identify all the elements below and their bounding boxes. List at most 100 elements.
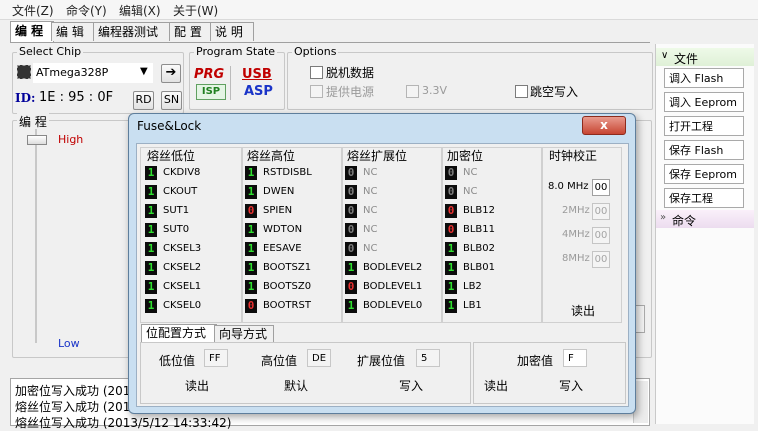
ext-fuse-bit-label: NC: [363, 205, 378, 216]
menu-command[interactable]: 命令(Y): [66, 2, 107, 19]
low-fuse-bit-toggle[interactable]: 1: [145, 166, 157, 180]
tab-wizard-mode[interactable]: 向导方式: [214, 325, 274, 342]
clock-read-button[interactable]: 读出: [571, 302, 595, 319]
usb-label: USB: [242, 67, 272, 82]
ext-fuse-bit-toggle[interactable]: 0: [345, 223, 357, 237]
isp-label: ISP: [196, 84, 226, 100]
select-chip-group: Select Chip ATmega328P ▼ ➔ ID: 1E : 95 :…: [12, 45, 184, 114]
ext-fuse-bit-toggle[interactable]: 0: [345, 166, 357, 180]
save-project-button[interactable]: 保存工程: [664, 188, 744, 208]
sn-button[interactable]: SN: [161, 91, 182, 110]
tab-help[interactable]: 说 明: [210, 22, 254, 41]
high-fuse-bit-toggle[interactable]: 1: [245, 185, 257, 199]
load-flash-button[interactable]: 调入 Flash: [664, 68, 744, 88]
ext-fuse-bit-toggle[interactable]: 1: [345, 261, 357, 275]
high-fuse-bit-toggle[interactable]: 1: [245, 223, 257, 237]
load-eeprom-button[interactable]: 调入 Eeprom: [664, 92, 744, 112]
clock-value[interactable]: 00: [592, 203, 610, 220]
tab-config[interactable]: 配 置: [169, 22, 213, 41]
clock-value[interactable]: 00: [592, 179, 610, 196]
lock-write-button[interactable]: 写入: [559, 377, 583, 394]
write-button[interactable]: 写入: [399, 377, 423, 394]
lock-bit-label: LB1: [463, 300, 482, 311]
ext-fuse-bit-toggle[interactable]: 0: [345, 204, 357, 218]
close-button[interactable]: x: [582, 116, 626, 135]
save-eeprom-button[interactable]: 保存 Eeprom: [664, 164, 744, 184]
level-slider-thumb[interactable]: [27, 135, 47, 145]
read-button[interactable]: 读出: [185, 377, 209, 394]
skip-checkbox[interactable]: [515, 85, 528, 98]
lock-bit-toggle[interactable]: 1: [445, 299, 457, 313]
select-chip-title: Select Chip: [17, 45, 84, 58]
low-fuse-header: 熔丝低位: [147, 149, 196, 163]
lock-value-label: 加密值: [517, 354, 554, 368]
file-panel-header[interactable]: ∨ 文件: [656, 48, 754, 66]
dialog-body: 熔丝低位 熔丝高位 熔丝扩展位 加密位 时钟校正 1 CKDIV8 1 CKOUT 1 S…: [136, 143, 629, 407]
low-fuse-bit-toggle[interactable]: 1: [145, 185, 157, 199]
high-fuse-bit-toggle[interactable]: 0: [245, 299, 257, 313]
ext-fuse-bit-toggle[interactable]: 0: [345, 280, 357, 294]
lock-bit-toggle[interactable]: 0: [445, 204, 457, 218]
clock-value[interactable]: 00: [592, 227, 610, 244]
power-checkbox[interactable]: [310, 85, 323, 98]
low-fuse-bit-toggle[interactable]: 1: [145, 261, 157, 275]
arrow-right-button[interactable]: ➔: [161, 64, 181, 83]
default-button[interactable]: 默认: [284, 377, 308, 394]
low-fuse-bit-toggle[interactable]: 1: [145, 280, 157, 294]
clock-value[interactable]: 00: [592, 251, 610, 268]
rd-button[interactable]: RD: [133, 91, 154, 110]
open-project-button[interactable]: 打开工程: [664, 116, 744, 136]
offline-checkbox[interactable]: [310, 66, 323, 79]
lock-bit-label: BLB12: [463, 205, 496, 216]
high-fuse-header: 熔丝高位: [247, 149, 296, 163]
lock-bit-toggle[interactable]: 1: [445, 261, 457, 275]
tab-program[interactable]: 编 程: [10, 21, 54, 42]
high-fuse-bit-label: BOOTRST: [263, 300, 311, 311]
tab-programmer-test[interactable]: 编程器测试: [93, 22, 171, 41]
lock-value-field[interactable]: F: [563, 349, 587, 367]
command-panel-header[interactable]: » 命令: [656, 210, 754, 228]
low-fuse-bit-label: CKSEL2: [163, 262, 202, 273]
power-label: 提供电源: [326, 85, 375, 99]
high-fuse-bit-label: BOOTSZ1: [263, 262, 312, 273]
lock-bit-toggle[interactable]: 0: [445, 185, 457, 199]
low-fuse-bit-label: CKDIV8: [163, 167, 201, 178]
v33-checkbox[interactable]: [406, 85, 419, 98]
high-fuse-bit-toggle[interactable]: 1: [245, 242, 257, 256]
high-value-field[interactable]: DE: [307, 349, 331, 367]
high-fuse-bit-toggle[interactable]: 1: [245, 280, 257, 294]
lock-bit-toggle[interactable]: 0: [445, 166, 457, 180]
right-panel: ∨ 文件 调入 Flash 调入 Eeprom 打开工程 保存 Flash 保存…: [655, 44, 754, 424]
chip-select[interactable]: ATmega328P ▼: [33, 63, 153, 83]
low-fuse-bit-toggle[interactable]: 1: [145, 204, 157, 218]
ext-fuse-bit-toggle[interactable]: 0: [345, 242, 357, 256]
ext-value-field[interactable]: 5: [416, 349, 440, 367]
low-value-field[interactable]: FF: [204, 349, 228, 367]
high-fuse-bit-toggle[interactable]: 0: [245, 204, 257, 218]
low-fuse-bit-toggle[interactable]: 1: [145, 242, 157, 256]
tab-bit-mode[interactable]: 位配置方式: [141, 324, 217, 342]
low-fuse-bit-toggle[interactable]: 1: [145, 299, 157, 313]
high-fuse-bit-label: SPIEN: [263, 205, 293, 216]
lock-bit-toggle[interactable]: 1: [445, 242, 457, 256]
ext-fuse-bit-label: NC: [363, 167, 378, 178]
menu-edit[interactable]: 编辑(X): [119, 2, 161, 19]
menu-about[interactable]: 关于(W): [173, 2, 218, 19]
lock-bit-label: BLB01: [463, 262, 496, 273]
level-slider-track: [35, 129, 37, 343]
save-flash-button[interactable]: 保存 Flash: [664, 140, 744, 160]
ext-fuse-bit-toggle[interactable]: 1: [345, 299, 357, 313]
ext-fuse-bit-toggle[interactable]: 0: [345, 185, 357, 199]
skip-label: 跳空写入: [530, 85, 579, 99]
lock-bit-toggle[interactable]: 0: [445, 223, 457, 237]
tab-edit[interactable]: 编 辑: [51, 22, 95, 41]
lock-bit-toggle[interactable]: 1: [445, 280, 457, 294]
low-fuse-bit-toggle[interactable]: 1: [145, 223, 157, 237]
high-fuse-bit-toggle[interactable]: 1: [245, 166, 257, 180]
chip-value: ATmega328P: [36, 66, 109, 79]
low-value-label: 低位值: [159, 354, 196, 368]
menu-file[interactable]: 文件(Z): [12, 2, 54, 19]
high-fuse-bit-toggle[interactable]: 1: [245, 261, 257, 275]
lock-read-button[interactable]: 读出: [484, 377, 508, 394]
chevron-down-icon: ▼: [140, 66, 148, 77]
